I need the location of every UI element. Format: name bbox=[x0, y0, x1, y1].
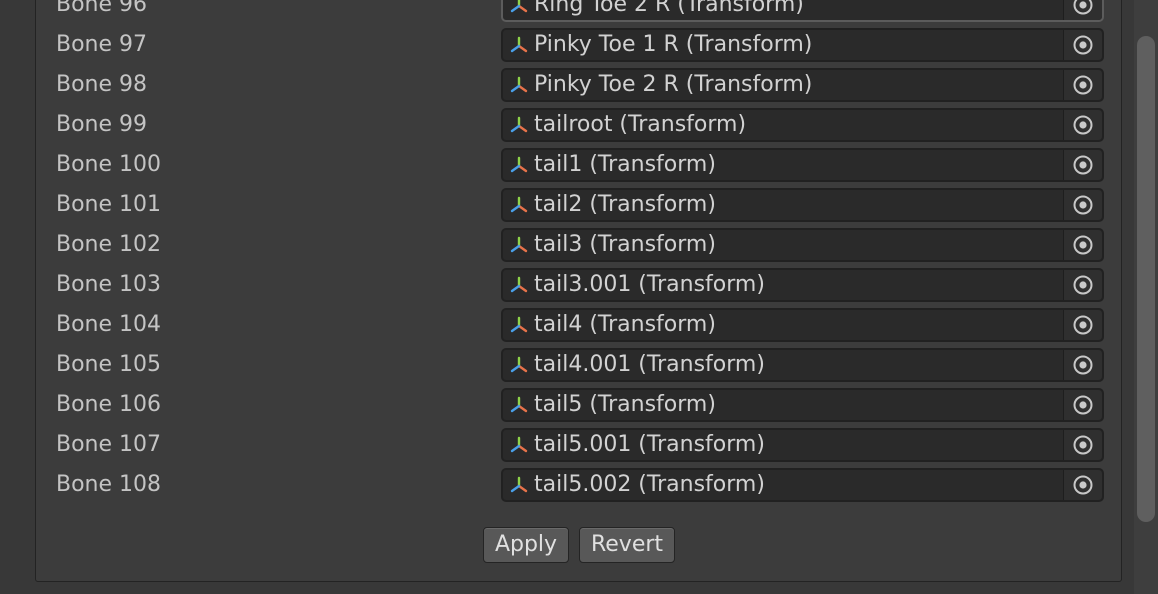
transform-icon bbox=[510, 275, 530, 295]
transform-field-value: Ring Toe 2 R (Transform) bbox=[534, 0, 804, 17]
transform-object-field[interactable]: Pinky Toe 2 R (Transform) bbox=[501, 68, 1104, 102]
object-picker-icon[interactable] bbox=[1063, 150, 1102, 180]
transform-field-value: tail5 (Transform) bbox=[534, 392, 716, 417]
transform-icon bbox=[510, 155, 530, 175]
object-picker-icon[interactable] bbox=[1063, 70, 1102, 100]
object-picker-icon[interactable] bbox=[1063, 430, 1102, 460]
object-picker-icon[interactable] bbox=[1063, 390, 1102, 420]
transform-icon bbox=[510, 35, 530, 55]
revert-button[interactable]: Revert bbox=[579, 527, 675, 563]
object-picker-icon[interactable] bbox=[1063, 190, 1102, 220]
transform-icon bbox=[510, 355, 530, 375]
object-picker-icon[interactable] bbox=[1063, 270, 1102, 300]
bone-label: Bone 105 bbox=[56, 352, 162, 377]
bone-label: Bone 100 bbox=[56, 152, 162, 177]
bone-row: Bone 101 tail2 (Transform) bbox=[0, 188, 1158, 222]
transform-object-field[interactable]: Ring Toe 2 R (Transform) bbox=[501, 0, 1104, 22]
transform-object-field[interactable]: tailroot (Transform) bbox=[501, 108, 1104, 142]
transform-icon bbox=[510, 315, 530, 335]
transform-field-value: tail3.001 (Transform) bbox=[534, 272, 765, 297]
bone-row: Bone 106 tail5 (Transform) bbox=[0, 388, 1158, 422]
transform-object-field[interactable]: tail3 (Transform) bbox=[501, 228, 1104, 262]
bone-label: Bone 106 bbox=[56, 392, 162, 417]
bone-row: Bone 108 tail5.002 (Transform) bbox=[0, 468, 1158, 502]
transform-field-value: tail4.001 (Transform) bbox=[534, 352, 765, 377]
transform-icon bbox=[510, 0, 530, 15]
transform-object-field[interactable]: tail5 (Transform) bbox=[501, 388, 1104, 422]
transform-field-value: tail4 (Transform) bbox=[534, 312, 716, 337]
transform-field-value: tail5.001 (Transform) bbox=[534, 432, 765, 457]
bone-row: Bone 103 tail3.001 (Transform) bbox=[0, 268, 1158, 302]
bone-label: Bone 102 bbox=[56, 232, 162, 257]
bone-row: Bone 98 Pinky Toe 2 R (Transform) bbox=[0, 68, 1158, 102]
transform-object-field[interactable]: Pinky Toe 1 R (Transform) bbox=[501, 28, 1104, 62]
bone-label: Bone 107 bbox=[56, 432, 162, 457]
transform-icon bbox=[510, 395, 530, 415]
transform-field-value: Pinky Toe 1 R (Transform) bbox=[534, 32, 813, 57]
bone-row: Bone 100 tail1 (Transform) bbox=[0, 148, 1158, 182]
transform-object-field[interactable]: tail2 (Transform) bbox=[501, 188, 1104, 222]
transform-object-field[interactable]: tail5.001 (Transform) bbox=[501, 428, 1104, 462]
bone-label: Bone 99 bbox=[56, 112, 148, 137]
bone-row: Bone 97 Pinky Toe 1 R (Transform) bbox=[0, 28, 1158, 62]
transform-icon bbox=[510, 235, 530, 255]
bone-row: Bone 105 tail4.001 (Transform) bbox=[0, 348, 1158, 382]
transform-icon bbox=[510, 435, 530, 455]
bone-label: Bone 108 bbox=[56, 472, 162, 497]
scrollbar-thumb[interactable] bbox=[1137, 36, 1155, 522]
object-picker-icon[interactable] bbox=[1063, 310, 1102, 340]
object-picker-icon[interactable] bbox=[1063, 30, 1102, 60]
transform-icon bbox=[510, 115, 530, 135]
bone-row: Bone 96 Ring Toe 2 R (Transform) bbox=[0, 0, 1158, 22]
transform-field-value: tail5.002 (Transform) bbox=[534, 472, 765, 497]
bone-label: Bone 97 bbox=[56, 32, 148, 57]
bone-label: Bone 104 bbox=[56, 312, 162, 337]
bone-label: Bone 103 bbox=[56, 272, 162, 297]
transform-field-value: tail3 (Transform) bbox=[534, 232, 716, 257]
bone-label: Bone 96 bbox=[56, 0, 148, 17]
object-picker-icon[interactable] bbox=[1063, 350, 1102, 380]
transform-field-value: Pinky Toe 2 R (Transform) bbox=[534, 72, 813, 97]
bone-label: Bone 98 bbox=[56, 72, 148, 97]
bone-row: Bone 107 tail5.001 (Transform) bbox=[0, 428, 1158, 462]
transform-icon bbox=[510, 75, 530, 95]
bone-label: Bone 101 bbox=[56, 192, 162, 217]
transform-field-value: tail1 (Transform) bbox=[534, 152, 716, 177]
transform-icon bbox=[510, 195, 530, 215]
transform-field-value: tail2 (Transform) bbox=[534, 192, 716, 217]
object-picker-icon[interactable] bbox=[1063, 110, 1102, 140]
object-picker-icon[interactable] bbox=[1063, 0, 1102, 20]
transform-object-field[interactable]: tail4.001 (Transform) bbox=[501, 348, 1104, 382]
bone-row: Bone 104 tail4 (Transform) bbox=[0, 308, 1158, 342]
object-picker-icon[interactable] bbox=[1063, 470, 1102, 500]
object-picker-icon[interactable] bbox=[1063, 230, 1102, 260]
transform-object-field[interactable]: tail5.002 (Transform) bbox=[501, 468, 1104, 502]
bone-row: Bone 99 tailroot (Transform) bbox=[0, 108, 1158, 142]
apply-button[interactable]: Apply bbox=[483, 527, 569, 563]
bone-row: Bone 102 tail3 (Transform) bbox=[0, 228, 1158, 262]
transform-object-field[interactable]: tail4 (Transform) bbox=[501, 308, 1104, 342]
transform-icon bbox=[510, 475, 530, 495]
transform-field-value: tailroot (Transform) bbox=[534, 112, 747, 137]
transform-object-field[interactable]: tail1 (Transform) bbox=[501, 148, 1104, 182]
transform-object-field[interactable]: tail3.001 (Transform) bbox=[501, 268, 1104, 302]
